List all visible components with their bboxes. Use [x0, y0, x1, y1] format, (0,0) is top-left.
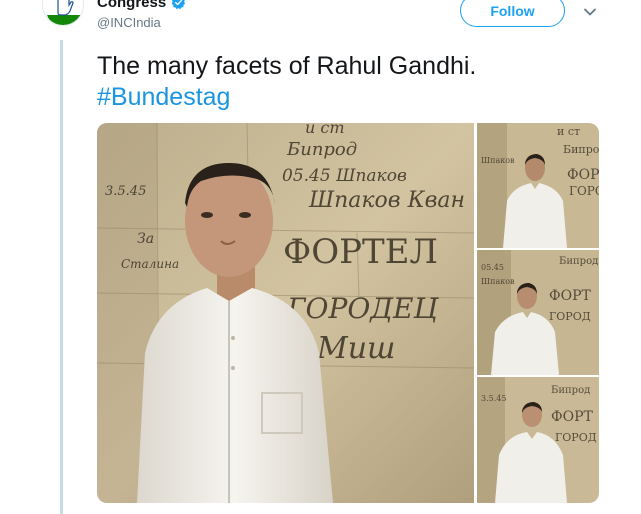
svg-text:ГОРОДЕЦ: ГОРОДЕЦ — [286, 292, 439, 325]
author-handle[interactable]: @INCIndia — [97, 15, 161, 30]
svg-text:ГОРОД: ГОРОД — [569, 184, 599, 198]
svg-text:Миш: Миш — [316, 331, 395, 366]
svg-text:ФОРТ: ФОРТ — [551, 409, 594, 425]
svg-text:Бипрод: Бипрод — [286, 139, 357, 160]
hand-logo-icon — [43, 0, 83, 25]
tweet-body-text: The many facets of Rahul Gandhi. — [97, 52, 477, 80]
main-photo[interactable]: и ст Бипрод 05.45 Шпаков Шпаков Кван ФОР… — [97, 123, 474, 503]
svg-text:Бипрод: Бипрод — [563, 143, 599, 156]
chevron-down-icon[interactable] — [582, 4, 598, 20]
tweet-text: The many facets of Rahul Gandhi. #Bundes… — [97, 51, 617, 113]
svg-text:Сталина: Сталина — [121, 257, 179, 271]
author-name-row[interactable]: Congress — [97, 0, 186, 11]
svg-text:и ст: и ст — [305, 123, 345, 137]
svg-text:3.5.45: 3.5.45 — [481, 394, 506, 403]
verified-badge-icon — [171, 0, 186, 9]
svg-text:05.45 Шпаков: 05.45 Шпаков — [282, 166, 407, 186]
svg-text:ФОРТ: ФОРТ — [549, 288, 592, 304]
svg-text:05.45: 05.45 — [481, 263, 504, 272]
hashtag-link[interactable]: #Bundestag — [97, 82, 617, 113]
svg-text:ГОРОД: ГОРОД — [555, 431, 597, 444]
thread-connector-line — [60, 40, 63, 514]
svg-text:Шпаков: Шпаков — [481, 156, 515, 165]
thumbnail-photo-1[interactable]: и ст Бипрод ФОРТ ГОРОД Шпаков — [477, 123, 599, 248]
svg-text:3.5.45: 3.5.45 — [105, 184, 146, 199]
svg-text:Шпаков Кван: Шпаков Кван — [308, 188, 465, 213]
svg-text:Бипрод: Бипрод — [559, 256, 598, 267]
svg-text:Шпаков: Шпаков — [481, 277, 515, 286]
svg-text:Бипрод: Бипрод — [551, 385, 590, 396]
author-display-name[interactable]: Congress — [97, 0, 166, 11]
svg-text:ФОРТЕЛ: ФОРТЕЛ — [283, 232, 438, 272]
svg-text:За: За — [137, 231, 154, 247]
svg-text:ГОРОД: ГОРОД — [549, 310, 591, 323]
follow-button[interactable]: Follow — [460, 0, 565, 27]
thumbnail-photo-3[interactable]: Бипрод 3.5.45 ФОРТ ГОРОД — [477, 377, 599, 503]
profile-avatar[interactable] — [42, 0, 84, 26]
media-gallery: и ст Бипрод 05.45 Шпаков Шпаков Кван ФОР… — [97, 123, 599, 503]
svg-text:и ст: и ст — [557, 125, 580, 138]
svg-text:ФОРТ: ФОРТ — [567, 167, 599, 183]
thumbnail-photo-2[interactable]: Бипрод 05.45 Шпаков ФОРТ ГОРОД — [477, 250, 599, 375]
